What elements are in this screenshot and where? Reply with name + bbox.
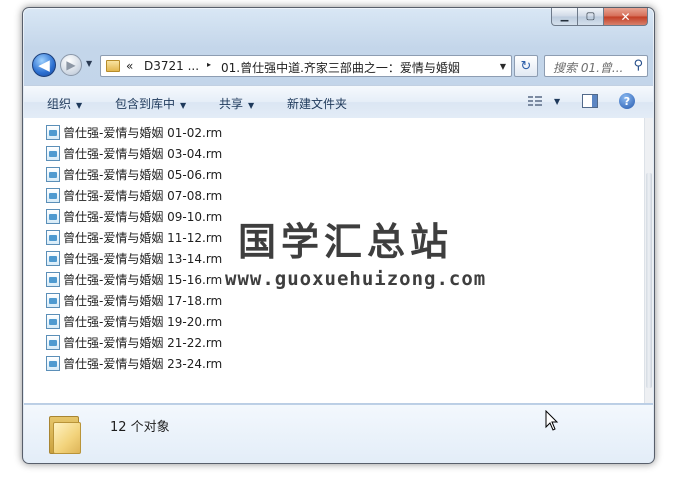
forward-button[interactable]: ▶ xyxy=(60,54,82,76)
address-bar[interactable]: « D3721 ... ▸ 01.曾仕强中道.齐家三部曲之一：爱情与婚姻 ▼ xyxy=(100,55,512,77)
file-name: 曾仕强-爱情与婚姻 15-16.rm xyxy=(63,273,223,287)
back-arrow-icon: ◀ xyxy=(38,56,50,74)
file-item[interactable]: 曾仕强-爱情与婚姻 05-06.rm xyxy=(46,164,222,185)
rm-media-file-icon xyxy=(46,272,60,287)
file-item[interactable]: 曾仕强-爱情与婚姻 11-12.rm xyxy=(46,227,222,248)
file-name: 曾仕强-爱情与婚姻 09-10.rm xyxy=(63,210,223,224)
file-item[interactable]: 曾仕强-爱情与婚姻 07-08.rm xyxy=(46,185,222,206)
rm-media-file-icon xyxy=(46,146,60,161)
include-in-library-label: 包含到库中 xyxy=(115,97,176,111)
file-item[interactable]: 曾仕强-爱情与婚姻 17-18.rm xyxy=(46,290,222,311)
view-options-dropdown-icon[interactable]: ▼ xyxy=(554,97,560,106)
file-name: 曾仕强-爱情与婚姻 07-08.rm xyxy=(63,189,223,203)
recent-pages-dropdown[interactable]: ▼ xyxy=(86,59,92,68)
new-folder-button[interactable]: 新建文件夹 xyxy=(287,95,347,112)
rm-media-file-icon xyxy=(46,293,60,308)
file-item[interactable]: 曾仕强-爱情与婚姻 09-10.rm xyxy=(46,206,222,227)
close-button[interactable]: ✕ xyxy=(604,8,648,26)
file-item[interactable]: 曾仕强-爱情与婚姻 15-16.rm xyxy=(46,269,222,290)
address-overflow-chevron[interactable]: « xyxy=(126,59,133,73)
maximize-button[interactable]: ▢ xyxy=(578,8,604,26)
file-name: 曾仕强-爱情与婚姻 23-24.rm xyxy=(63,357,223,371)
file-list-pane[interactable]: 曾仕强-爱情与婚姻 01-02.rm 曾仕强-爱情与婚姻 03-04.rm 曾仕强-… xyxy=(24,118,653,403)
file-item[interactable]: 曾仕强-爱情与婚姻 03-04.rm xyxy=(46,143,222,164)
rm-media-file-icon xyxy=(46,167,60,182)
file-item[interactable]: 曾仕强-爱情与婚姻 13-14.rm xyxy=(46,248,222,269)
rm-media-file-icon xyxy=(46,314,60,329)
file-item[interactable]: 曾仕强-爱情与婚姻 01-02.rm xyxy=(46,122,222,143)
address-dropdown-icon[interactable]: ▼ xyxy=(500,62,506,71)
file-name: 曾仕强-爱情与婚姻 17-18.rm xyxy=(63,294,223,308)
organize-label: 组织 xyxy=(47,97,72,111)
large-folder-icon xyxy=(49,414,81,454)
search-box[interactable]: 搜索 01.曾... ⚲ xyxy=(544,55,648,77)
breadcrumb-segment-d3721[interactable]: D3721 ... xyxy=(144,59,199,73)
file-item[interactable]: 曾仕强-爱情与婚姻 19-20.rm xyxy=(46,311,222,332)
file-name: 曾仕强-爱情与婚姻 11-12.rm xyxy=(63,231,223,245)
search-input[interactable]: 搜索 01.曾... xyxy=(553,59,623,76)
file-name: 曾仕强-爱情与婚姻 03-04.rm xyxy=(63,147,223,161)
mouse-cursor-icon xyxy=(545,410,559,431)
rm-media-file-icon xyxy=(46,251,60,266)
caption-buttons: ▁ ▢ ✕ xyxy=(551,8,648,26)
explorer-window: ▁ ▢ ✕ ◀ ▶ ▼ « D3721 ... ▸ 01.曾仕强中道.齐家三部曲… xyxy=(22,7,655,464)
help-icon[interactable]: ? xyxy=(619,93,635,109)
rm-media-file-icon xyxy=(46,356,60,371)
vertical-scrollbar[interactable] xyxy=(644,118,653,403)
search-icon[interactable]: ⚲ xyxy=(633,58,643,73)
breadcrumb-segment-current[interactable]: 01.曾仕强中道.齐家三部曲之一：爱情与婚姻 xyxy=(221,59,460,76)
item-count: 12 个对象 xyxy=(110,420,170,435)
command-toolbar: 组织 ▼ 包含到库中 ▼ 共享 ▼ 新建文件夹 ▼ ? xyxy=(24,85,653,119)
rm-media-file-icon xyxy=(46,125,60,140)
file-item[interactable]: 曾仕强-爱情与婚姻 21-22.rm xyxy=(46,332,222,353)
file-name: 曾仕强-爱情与婚姻 05-06.rm xyxy=(63,168,223,182)
file-item[interactable]: 曾仕强-爱情与婚姻 23-24.rm xyxy=(46,353,222,374)
chevron-down-icon: ▼ xyxy=(180,101,187,110)
breadcrumb-separator-icon[interactable]: ▸ xyxy=(207,60,211,69)
file-name: 曾仕强-爱情与婚姻 21-22.rm xyxy=(63,336,223,350)
refresh-button[interactable]: ↻ xyxy=(514,55,538,77)
rm-media-file-icon xyxy=(46,335,60,350)
preview-pane-icon[interactable] xyxy=(582,94,598,108)
view-options-icon[interactable] xyxy=(528,95,542,107)
chevron-down-icon: ▼ xyxy=(76,101,83,110)
file-name: 曾仕强-爱情与婚姻 19-20.rm xyxy=(63,315,223,329)
file-name: 曾仕强-爱情与婚姻 01-02.rm xyxy=(63,126,223,140)
organize-button[interactable]: 组织 ▼ xyxy=(47,95,82,112)
rm-media-file-icon xyxy=(46,188,60,203)
folder-icon xyxy=(106,60,120,72)
rm-media-file-icon xyxy=(46,230,60,245)
back-button[interactable]: ◀ xyxy=(32,53,56,77)
share-label: 共享 xyxy=(219,97,244,111)
minimize-button[interactable]: ▁ xyxy=(551,8,578,26)
rm-media-file-icon xyxy=(46,209,60,224)
file-list: 曾仕强-爱情与婚姻 01-02.rm 曾仕强-爱情与婚姻 03-04.rm 曾仕强-… xyxy=(46,122,222,374)
share-button[interactable]: 共享 ▼ xyxy=(219,95,254,112)
watermark-title: 国学汇总站 xyxy=(238,220,454,264)
refresh-icon: ↻ xyxy=(520,58,532,74)
include-in-library-button[interactable]: 包含到库中 ▼ xyxy=(115,95,186,112)
file-name: 曾仕强-爱情与婚姻 13-14.rm xyxy=(63,252,223,266)
scrollbar-thumb[interactable] xyxy=(646,173,652,388)
chevron-down-icon: ▼ xyxy=(248,101,255,110)
watermark-url: www.guoxuehuizong.com xyxy=(225,268,487,290)
forward-arrow-icon: ▶ xyxy=(66,58,76,72)
navigation-bar: ◀ ▶ ▼ « D3721 ... ▸ 01.曾仕强中道.齐家三部曲之一：爱情与… xyxy=(23,44,654,80)
